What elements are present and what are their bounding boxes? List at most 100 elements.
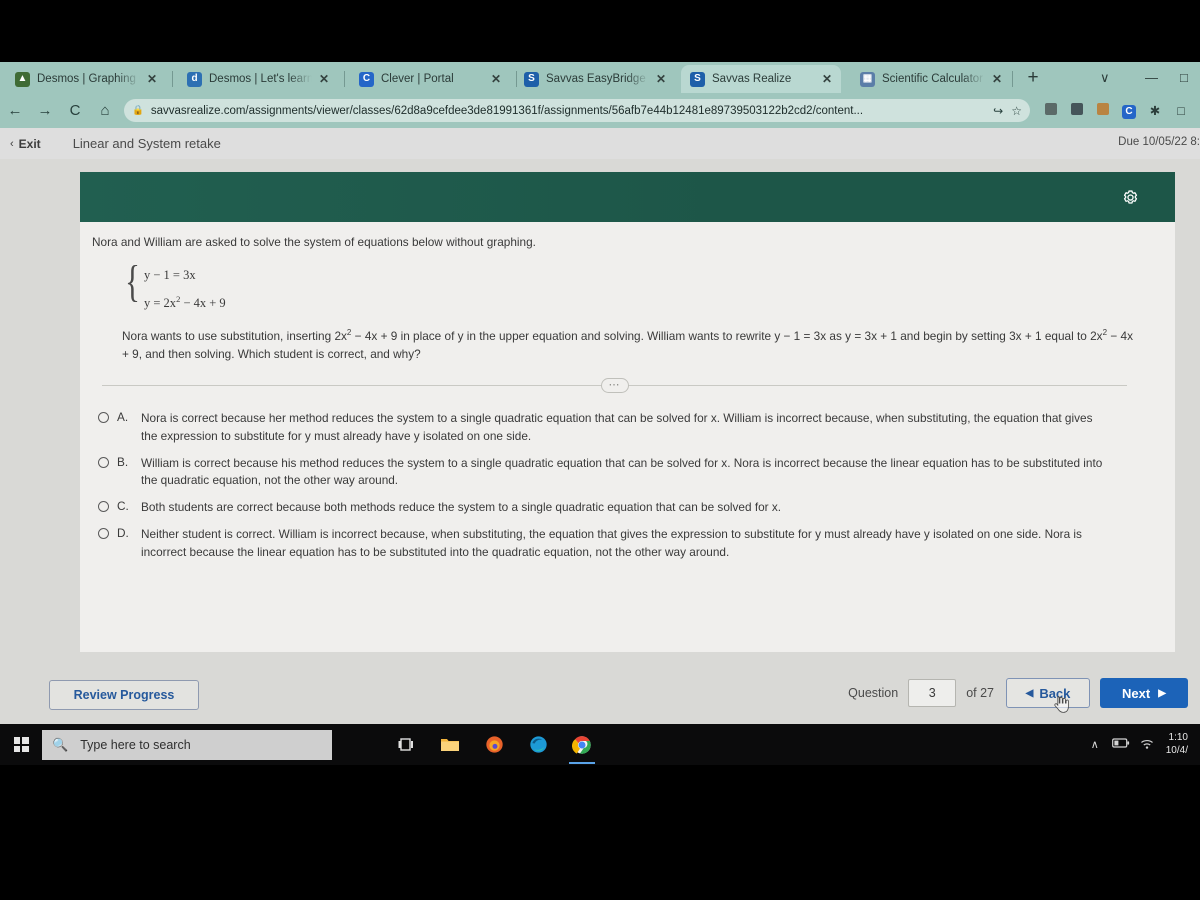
question-footer: Review Progress Question 3 of 27 ◀ Back …: [0, 662, 1200, 724]
system-of-equations: { y − 1 = 3x y = 2x2 − 4x + 9: [122, 260, 1153, 311]
browser-navbar: ← → C ⌂ 🔒 savvasrealize.com/assignments/…: [0, 93, 1200, 128]
reload-icon[interactable]: C: [60, 102, 90, 119]
show-hidden-icons-icon[interactable]: ∧: [1082, 738, 1108, 751]
browser-chrome: ▲ Desmos | Graphing Ca ✕ d Desmos | Let'…: [0, 62, 1200, 128]
task-view-icon[interactable]: [384, 724, 428, 765]
monitor-screen: ▲ Desmos | Graphing Ca ✕ d Desmos | Let'…: [0, 0, 1200, 765]
answer-option-b[interactable]: B. William is correct because his method…: [98, 455, 1153, 490]
tab-close-icon[interactable]: ✕: [819, 72, 835, 86]
clever-icon: C: [359, 71, 374, 87]
answer-options: A. Nora is correct because her method re…: [98, 410, 1153, 561]
answer-option-a[interactable]: A. Nora is correct because her method re…: [98, 410, 1153, 445]
address-bar[interactable]: 🔒 savvasrealize.com/assignments/viewer/c…: [124, 99, 1030, 122]
tab-separator: [172, 71, 173, 87]
next-button[interactable]: Next ▶: [1100, 678, 1188, 708]
window-maximize-icon[interactable]: □: [1180, 70, 1188, 85]
due-date-text: Due 10/05/22 8:: [1118, 136, 1200, 148]
gear-icon[interactable]: [1122, 189, 1139, 206]
review-progress-button[interactable]: Review Progress: [49, 680, 199, 710]
tab-close-icon[interactable]: ✕: [989, 72, 1005, 86]
more-options-dots[interactable]: ⋯: [600, 378, 629, 394]
radio-button-b[interactable]: [98, 456, 109, 468]
equation-2: y = 2x2 − 4x + 9: [144, 287, 1153, 311]
bookmark-star-icon[interactable]: ☆: [1011, 104, 1022, 118]
card-header-bar: [80, 172, 1175, 222]
desmos-icon: d: [187, 71, 202, 87]
clever-extension-icon[interactable]: C: [1116, 103, 1142, 119]
question-label: Question: [848, 686, 899, 700]
desmos-graphing-icon: ▲: [15, 71, 30, 87]
search-placeholder: Type here to search: [80, 737, 191, 752]
new-tab-button[interactable]: +: [1022, 68, 1044, 90]
answer-option-c[interactable]: C. Both students are correct because bot…: [98, 499, 1153, 517]
savvas-icon: S: [690, 71, 705, 87]
radio-button-d[interactable]: [98, 527, 109, 539]
firefox-icon[interactable]: [472, 724, 516, 765]
screen-bezel-top: [0, 0, 1200, 62]
clock-time: 1:10: [1168, 732, 1188, 743]
edge-icon[interactable]: [516, 724, 560, 765]
tab-search-caret-icon[interactable]: ∨: [1100, 70, 1110, 86]
browser-tab-savvas-easybridge[interactable]: S Savvas EasyBridge ✕: [515, 65, 675, 93]
question-total-label: of 27: [966, 686, 994, 700]
battery-icon[interactable]: [1108, 737, 1134, 752]
back-label: Back: [1039, 685, 1071, 701]
system-tray: ∧ 1:10 10/4/: [1082, 724, 1196, 765]
tab-close-icon[interactable]: ✕: [488, 72, 504, 86]
question-card: Nora and William are asked to solve the …: [80, 172, 1175, 652]
browser-tab-desmos-learn[interactable]: d Desmos | Let's learn to ✕: [178, 65, 338, 93]
taskbar-clock[interactable]: 1:10 10/4/: [1160, 732, 1196, 757]
back-button[interactable]: ◀ Back: [1006, 678, 1090, 713]
home-icon[interactable]: ⌂: [90, 102, 120, 119]
equation-1-text: y − 1 = 3x: [144, 268, 196, 283]
file-explorer-icon[interactable]: [428, 724, 472, 765]
tab-label: Savvas Realize: [712, 73, 792, 85]
window-minimize-icon[interactable]: —: [1145, 70, 1158, 85]
share-icon[interactable]: ↪: [993, 104, 1003, 118]
browser-tab-scientific-calculator[interactable]: ▦ Scientific Calculator - ✕: [851, 65, 1011, 93]
forward-icon[interactable]: →: [30, 102, 60, 119]
browser-tab-clever[interactable]: C Clever | Portal ✕: [350, 65, 510, 93]
stem2-part-b: − 4x + 9 in place of y in the upper equa…: [351, 329, 1103, 344]
back-icon[interactable]: ←: [0, 102, 30, 119]
extension-icon-3[interactable]: [1090, 103, 1116, 118]
tab-separator: [344, 71, 345, 87]
exit-button[interactable]: ‹ Exit: [10, 137, 41, 151]
savvas-icon: S: [524, 71, 539, 87]
option-text-c: Both students are correct because both m…: [141, 500, 782, 515]
extension-icon-1[interactable]: [1038, 103, 1064, 118]
extensions-puzzle-icon[interactable]: ✱: [1142, 103, 1168, 118]
radio-button-a[interactable]: [98, 412, 109, 424]
browser-tab-savvas-realize[interactable]: S Savvas Realize ✕: [681, 65, 841, 93]
windows-taskbar: 🔍 Type here to search ∧ 1:10 10/4/: [0, 724, 1200, 765]
screen-bezel-bottom: [0, 765, 1200, 900]
windows-start-icon[interactable]: [0, 724, 42, 765]
section-divider: ⋯: [102, 378, 1127, 394]
taskbar-pinned-apps: [384, 724, 604, 765]
tab-label: Desmos | Graphing Ca: [37, 73, 140, 85]
question-stem-2: Nora wants to use substitution, insertin…: [122, 327, 1135, 363]
tab-label: Savvas EasyBridge: [546, 73, 646, 85]
chrome-icon[interactable]: [560, 724, 604, 765]
tab-close-icon[interactable]: ✕: [316, 72, 332, 86]
browser-tab-desmos-graphing[interactable]: ▲ Desmos | Graphing Ca ✕: [6, 65, 166, 93]
tab-label: Clever | Portal: [381, 73, 454, 85]
option-letter-b: B.: [117, 454, 129, 469]
tab-close-icon[interactable]: ✕: [144, 72, 160, 86]
profile-icon[interactable]: □: [1168, 104, 1194, 118]
next-label: Next: [1122, 685, 1151, 701]
chevron-left-icon: ‹: [10, 137, 14, 150]
stem2-part-a: Nora wants to use substitution, insertin…: [122, 329, 347, 344]
extension-icon-2[interactable]: [1064, 103, 1090, 118]
answer-option-d[interactable]: D. Neither student is correct. William i…: [98, 526, 1153, 561]
calculator-icon: ▦: [860, 71, 875, 87]
equation-2-lhs: y = 2x: [144, 296, 177, 311]
radio-button-c[interactable]: [98, 501, 109, 513]
browser-extensions: C ✱ □: [1038, 103, 1200, 119]
option-letter-a: A.: [117, 410, 129, 425]
taskbar-search-input[interactable]: 🔍 Type here to search: [42, 729, 332, 760]
search-icon: 🔍: [52, 736, 69, 752]
question-number-input[interactable]: 3: [908, 679, 957, 707]
tab-close-icon[interactable]: ✕: [653, 72, 669, 86]
network-icon[interactable]: [1134, 737, 1160, 753]
